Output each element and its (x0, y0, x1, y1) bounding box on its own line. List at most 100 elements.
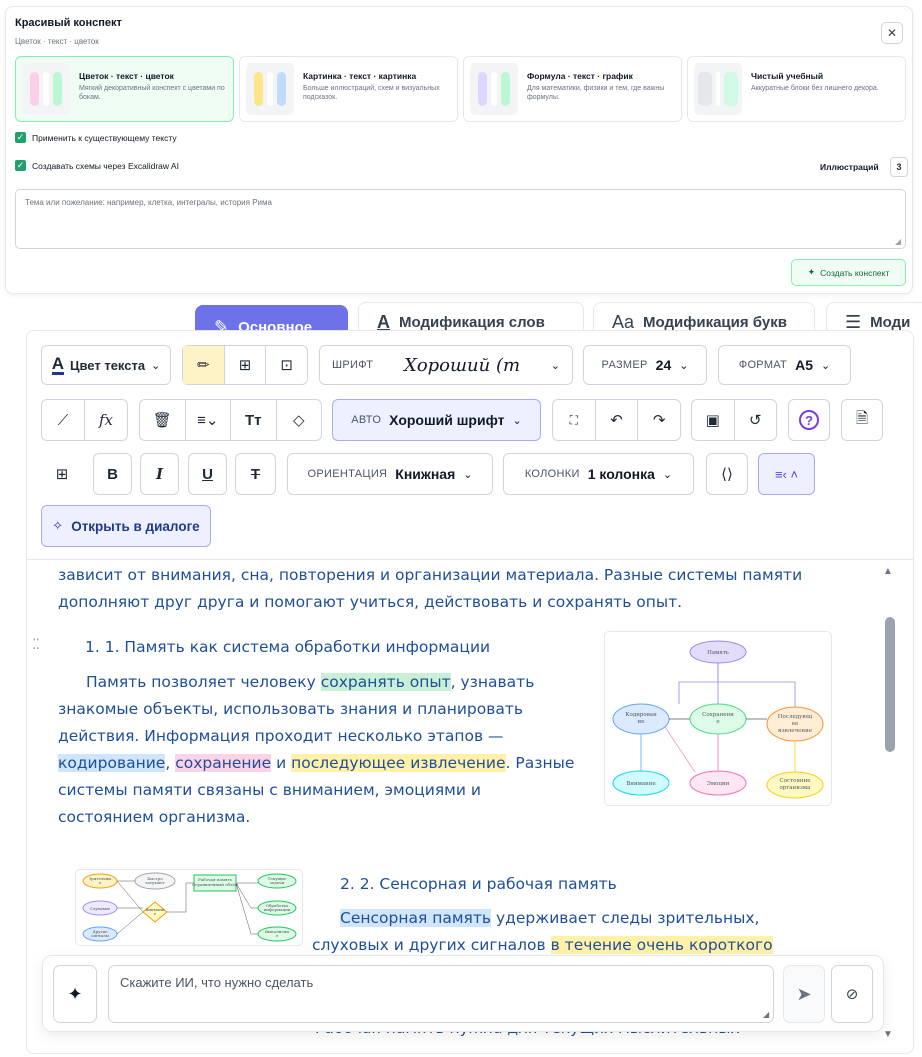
text-size-button[interactable]: Tт (231, 400, 276, 440)
scroll-up-icon[interactable]: ▲ (883, 566, 893, 577)
columns-select[interactable]: КОЛОНКИ 1 колонка ⌄ (503, 453, 694, 495)
delete-button[interactable]: 🗑 (140, 400, 185, 440)
tool-group-4: ⛶ ↶ ↷ (552, 399, 681, 441)
underline-button[interactable]: U (188, 453, 227, 495)
working-memory-diagram-figure[interactable]: Зрительны е Слуховые Другие сигналы Быстро… (75, 869, 303, 946)
drag-handle-icon[interactable]: ⁚⁚ (32, 636, 40, 653)
open-dialog-label: Открыть в диалоге (71, 518, 200, 534)
text-color-select[interactable]: A Цвет текста ⌄ (41, 345, 171, 385)
redo-icon: ↷ (652, 412, 666, 429)
close-button[interactable]: ✕ (881, 22, 903, 44)
template-card-picture[interactable]: Картинка · текст · картинка Больше иллюс… (239, 56, 458, 122)
formula-button[interactable]: fx (85, 400, 127, 440)
section-2-title: 2. 2. Сенсорная и рабочая память (340, 875, 617, 893)
apply-existing-checkbox[interactable]: ✓ (15, 132, 26, 143)
node-memory: Память (707, 650, 729, 656)
auto-value: Хороший шрифт (389, 412, 505, 428)
scroll-down-icon[interactable]: ▼ (883, 1029, 893, 1040)
page-break-button[interactable]: ⟨⟩ (706, 453, 748, 495)
create-notes-button[interactable]: ✦ Создать конспект (791, 259, 906, 286)
template-thumbnail (246, 63, 294, 115)
text-color-icon: A (51, 353, 64, 375)
chevron-down-icon: ⌄ (679, 359, 689, 372)
orientation-value: Книжная (395, 466, 456, 482)
help-button[interactable]: ? (788, 399, 830, 441)
history-button[interactable]: ↺ (735, 400, 777, 440)
eye-off-icon: ⊘ (845, 986, 859, 1003)
template-name: Чистый учебный (751, 71, 824, 81)
template-name: Цветок · текст · цветок (79, 71, 174, 81)
new-document-button[interactable]: 🗎 (841, 399, 883, 441)
insert-image-button[interactable]: ⊡ (266, 346, 307, 384)
excalidraw-checkbox-row[interactable]: ✓ Создавать схемы через Excalidraw AI (15, 160, 179, 171)
size-select[interactable]: РАЗМЕР 24 ⌄ (583, 345, 707, 385)
chevron-down-icon: ⌄ (820, 359, 831, 372)
illustrations-label: Иллюстраций (820, 162, 879, 172)
fullscreen-button[interactable]: ⛶ (553, 400, 595, 440)
help-icon: ? (799, 410, 819, 430)
toolbar-divider (27, 559, 913, 560)
redo-button[interactable]: ↷ (638, 400, 680, 440)
memory-diagram-figure[interactable]: Память Кодирован ие Сохранени е Последующ е… (604, 631, 832, 806)
svg-text:организма: организма (780, 785, 812, 791)
excalidraw-checkbox[interactable]: ✓ (15, 160, 26, 171)
image-add-icon: ⊡ (280, 357, 293, 374)
eraser-button[interactable]: ◇ (277, 400, 322, 440)
text-run: , (165, 754, 176, 772)
italic-button[interactable]: I (140, 453, 179, 495)
sparkle-icon: ✦ (67, 983, 83, 1004)
clear-format-button[interactable]: ⟋ (42, 400, 84, 440)
font-label: ШРИФТ (332, 359, 374, 371)
columns-value: 1 колонка (587, 466, 655, 482)
underline-icon: U (202, 465, 213, 483)
table-add-icon: ⊞ (55, 466, 69, 483)
open-dialog-button[interactable]: ✧ Открыть в диалоге (41, 505, 211, 547)
bold-button[interactable]: B (93, 453, 132, 495)
resize-handle-icon[interactable]: ◢ (895, 237, 901, 246)
auto-font-select[interactable]: АВТО Хороший шрифт ⌄ (332, 399, 541, 441)
scrollbar-thumb[interactable] (885, 617, 895, 752)
font-select[interactable]: ШРИФТ Хороший (т ⌄ (319, 345, 573, 385)
node-retrieval: Последующ (778, 714, 812, 720)
resize-handle-icon[interactable]: ◢ (763, 1010, 769, 1019)
highlight-yellow: последующее извлечение (291, 754, 506, 772)
save-icon: ▣ (705, 412, 720, 429)
svg-text:е: е (716, 719, 719, 725)
ai-sparkle-button[interactable]: ✦ (53, 965, 97, 1023)
template-card-flower[interactable]: Цветок · текст · цветок Мягкий декоратив… (15, 56, 234, 122)
illustrations-count-input[interactable]: 3 (890, 157, 908, 177)
highlight-green: сохранять опыт (320, 673, 451, 691)
ai-prompt-input[interactable]: Скажите ИИ, что нужно сделать (108, 965, 774, 1023)
hide-button[interactable]: ⊘ (831, 965, 873, 1023)
apply-existing-label: Применить к существующему тексту (32, 132, 177, 143)
format-select[interactable]: ФОРМАТ A5 ⌄ (718, 345, 851, 385)
insert-table-row-button[interactable]: ⊞ (41, 453, 83, 495)
dialog-subtitle: Цветок · текст · цветок (15, 37, 99, 46)
table-button[interactable]: ⊞ (225, 346, 266, 384)
svg-text:затухают: затухают (145, 880, 165, 885)
collapse-icon: ≡‹ ˄ (774, 466, 799, 482)
highlighter-button[interactable]: ✏ (183, 346, 224, 384)
orientation-select[interactable]: ОРИЕНТАЦИЯ Книжная ⌄ (287, 453, 493, 495)
align-button[interactable]: ≡⌄ (186, 400, 231, 440)
strikethrough-button[interactable]: T (235, 453, 276, 495)
save-button[interactable]: ▣ (692, 400, 734, 440)
magic-wand-icon: ✧ (52, 518, 64, 533)
svg-text:сигналы: сигналы (91, 933, 110, 938)
toolbar-collapse-button[interactable]: ≡‹ ˄ (758, 453, 815, 495)
eraser-icon: ◇ (292, 412, 305, 429)
create-notes-label: Создать конспект (820, 267, 890, 278)
template-card-formula[interactable]: Формула · текст · график Для математики,… (463, 56, 682, 122)
chevron-down-icon: ⌄ (662, 468, 673, 481)
chevron-down-icon: ⌄ (550, 359, 560, 372)
template-card-clean[interactable]: Чистый учебный Аккуратные блоки без лишн… (687, 56, 906, 122)
undo-button[interactable]: ↶ (596, 400, 638, 440)
send-button[interactable]: ➤ (783, 965, 825, 1023)
template-thumbnail (22, 63, 70, 115)
align-left-icon: ≡⌄ (197, 412, 219, 429)
chevron-down-icon: ⌄ (151, 359, 161, 372)
sparkle-icon: ✦ (807, 267, 816, 277)
apply-existing-checkbox-row[interactable]: ✓ Применить к существующему тексту (15, 132, 177, 143)
editor-panel: A Цвет текста ⌄ ✏ ⊞ ⊡ ШРИФТ Хороший (т ⌄… (26, 330, 914, 1054)
topic-textarea[interactable]: Тема или пожелание: например, клетка, ин… (15, 189, 906, 249)
